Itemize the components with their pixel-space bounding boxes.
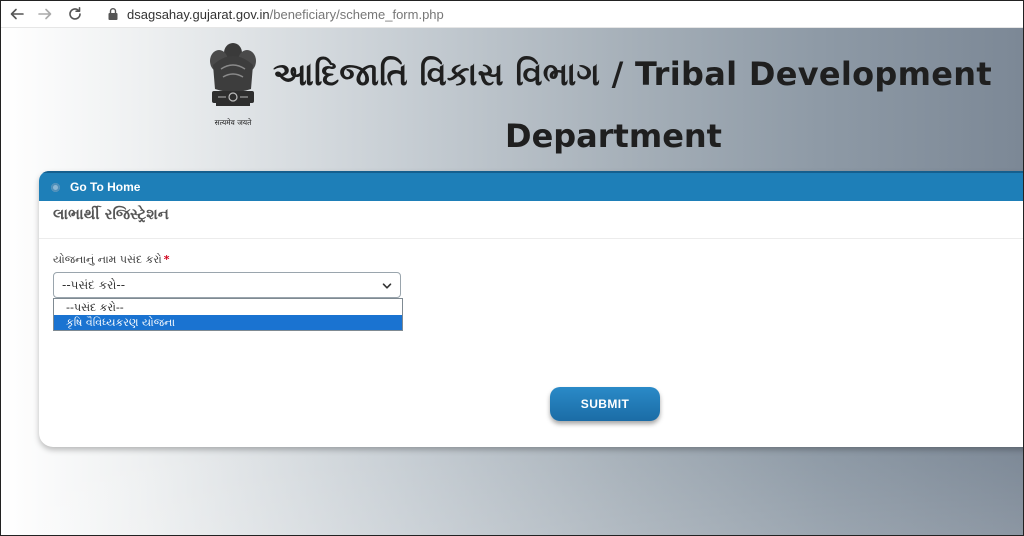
go-to-home-label: Go To Home	[70, 180, 141, 194]
url-path: /beneficiary/scheme_form.php	[269, 6, 444, 22]
scheme-dropdown-list: --પસંદ કરો-- કૃષિ વૈવિધ્યકરણ યોજના	[53, 298, 403, 331]
page-title-line1: આદિજાતિ વિકાસ વિભાગ / Tribal Development	[273, 55, 992, 93]
forward-button[interactable]	[35, 4, 55, 24]
registration-title: લાભાર્થી રજિસ્ટ્રેશન	[53, 205, 169, 223]
back-button[interactable]	[7, 4, 27, 24]
browser-toolbar: dsagsahay.gujarat.gov.in/beneficiary/sch…	[1, 1, 1023, 28]
chevron-down-icon	[382, 283, 392, 289]
scheme-select-label-text: યોજનાનું નામ પસંદ કરો	[53, 253, 162, 266]
national-emblem-logo: सत्यमेव जयते	[210, 43, 256, 127]
reload-icon	[69, 7, 81, 20]
arrow-left-icon	[10, 8, 24, 20]
url-host: dsagsahay.gujarat.gov.in	[127, 6, 270, 22]
address-bar[interactable]: dsagsahay.gujarat.gov.in/beneficiary/sch…	[107, 5, 444, 23]
scheme-select-value: --પસંદ કરો--	[62, 278, 126, 292]
browser-window: dsagsahay.gujarat.gov.in/beneficiary/sch…	[0, 0, 1024, 536]
go-to-home-link[interactable]: Go To Home	[51, 180, 140, 194]
section-divider	[39, 238, 1023, 239]
required-asterisk: *	[163, 253, 170, 266]
registration-form-card: Go To Home લાભાર્થી રજિસ્ટ્રેશન યોજનાનું…	[39, 171, 1023, 447]
url-text: dsagsahay.gujarat.gov.in/beneficiary/sch…	[127, 7, 444, 22]
submit-button[interactable]: SUBMIT	[550, 387, 660, 421]
page-title-line2: Department	[505, 117, 722, 155]
home-bullet-icon	[51, 182, 60, 192]
arrow-right-icon	[38, 8, 52, 20]
dropdown-option-highlighted[interactable]: કૃષિ વૈવિધ્યકરણ યોજના	[54, 315, 402, 330]
dropdown-option[interactable]: --પસંદ કરો--	[54, 300, 402, 315]
lock-icon[interactable]	[107, 7, 119, 21]
emblem-caption: सत्यमेव जयते	[215, 118, 253, 127]
card-header-bar: Go To Home	[39, 171, 1023, 201]
scheme-select-label: યોજનાનું નામ પસંદ કરો *	[53, 253, 170, 267]
scheme-select[interactable]: --પસંદ કરો--	[53, 272, 401, 298]
reload-button[interactable]	[65, 4, 85, 24]
